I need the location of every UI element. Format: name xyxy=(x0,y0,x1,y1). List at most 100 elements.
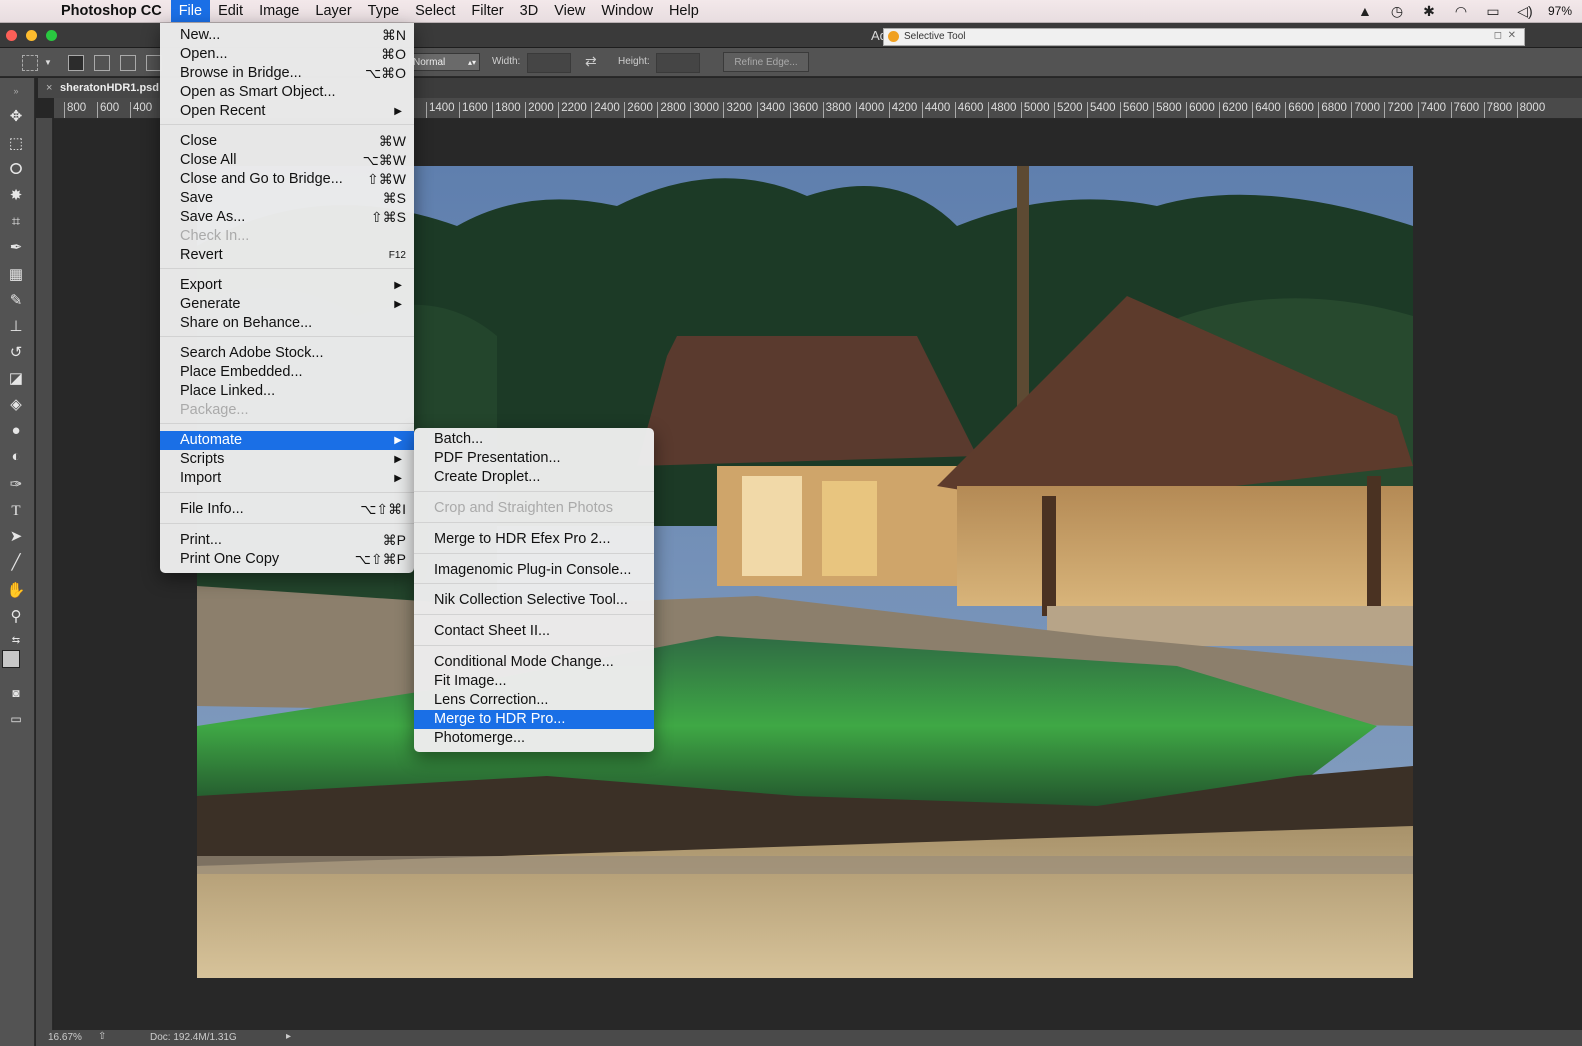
line-tool-icon[interactable]: ╱ xyxy=(4,552,28,574)
share-icon[interactable]: ⇧ xyxy=(98,1031,106,1042)
menu-file[interactable]: File xyxy=(170,0,211,22)
paint-bucket-tool-icon[interactable]: ◈ xyxy=(4,394,28,416)
file-menu-item-close-all[interactable]: Close All ⌥⌘W xyxy=(160,151,414,170)
marquee-tool-icon[interactable]: ⬚ xyxy=(4,133,28,155)
move-tool-icon[interactable]: ✥ xyxy=(4,106,28,128)
file-menu-item-share-on-behance[interactable]: Share on Behance... xyxy=(160,314,414,333)
foreground-color-swatch[interactable] xyxy=(2,650,20,668)
battery-percent[interactable]: 97% xyxy=(1548,4,1572,18)
menu-view[interactable]: View xyxy=(546,0,593,22)
clone-stamp-tool-icon[interactable]: ⊥ xyxy=(4,316,28,338)
file-menu-item-save[interactable]: Save ⌘S xyxy=(160,189,414,208)
dodge-tool-icon[interactable]: ◐ xyxy=(4,446,28,468)
wifi-icon[interactable]: ◠ xyxy=(1452,3,1470,20)
automate-item-merge-to-hdr-pro[interactable]: Merge to HDR Pro... xyxy=(414,710,654,729)
selective-tool-window[interactable]: Selective Tool ◻ ✕ xyxy=(883,28,1525,46)
status-menu-arrow-icon[interactable]: ▸ xyxy=(286,1031,291,1042)
automate-item-lens-correction[interactable]: Lens Correction... xyxy=(414,691,654,710)
time-machine-icon[interactable]: ◷ xyxy=(1388,3,1406,20)
automate-item-contact-sheet-ii[interactable]: Contact Sheet II... xyxy=(414,622,654,641)
screen-mode-icon[interactable]: ▭ xyxy=(4,708,28,730)
restore-icon[interactable]: ◻ xyxy=(1494,30,1502,41)
file-menu-item-new[interactable]: New... ⌘N xyxy=(160,26,414,45)
close-tab-icon[interactable]: × xyxy=(46,78,52,98)
file-menu-item-automate[interactable]: Automate ▶ xyxy=(160,431,414,450)
file-menu-item-close[interactable]: Close ⌘W xyxy=(160,132,414,151)
zoom-window-icon[interactable] xyxy=(46,30,57,41)
crop-tool-icon[interactable]: ⌗ xyxy=(4,211,28,233)
bluetooth-icon[interactable]: ✱ xyxy=(1420,3,1438,20)
menu-help[interactable]: Help xyxy=(661,0,707,22)
file-menu-item-save-as[interactable]: Save As... ⇧⌘S xyxy=(160,208,414,227)
width-input[interactable] xyxy=(527,53,571,73)
swap-colors-icon[interactable]: ⇆ xyxy=(4,630,28,652)
preset-dropdown-icon[interactable]: ▼ xyxy=(44,58,52,67)
automate-item-create-droplet[interactable]: Create Droplet... xyxy=(414,468,654,487)
new-selection-icon[interactable] xyxy=(68,55,84,71)
zoom-tool-icon[interactable]: ⚲ xyxy=(4,606,28,628)
eraser-tool-icon[interactable]: ◪ xyxy=(4,368,28,390)
menu-3d[interactable]: 3D xyxy=(512,0,547,22)
file-menu-item-print-one-copy[interactable]: Print One Copy ⌥⇧⌘P xyxy=(160,550,414,569)
automate-item-pdf-presentation[interactable]: PDF Presentation... xyxy=(414,449,654,468)
automate-item-photomerge[interactable]: Photomerge... xyxy=(414,729,654,748)
creative-cloud-icon[interactable]: ▲ xyxy=(1356,3,1374,19)
marquee-tool-preset-icon[interactable] xyxy=(22,55,38,71)
file-menu-item-generate[interactable]: Generate ▶ xyxy=(160,295,414,314)
menu-type[interactable]: Type xyxy=(360,0,407,22)
quick-mask-icon[interactable]: ◙ xyxy=(4,682,28,704)
brush-tool-icon[interactable]: ✎ xyxy=(4,290,28,312)
zoom-level[interactable]: 16.67% xyxy=(48,1032,82,1043)
lasso-tool-icon[interactable]: ⵔ xyxy=(4,159,28,181)
volume-icon[interactable]: ◁) xyxy=(1516,3,1534,20)
close-window-icon[interactable] xyxy=(6,30,17,41)
file-menu-item-open-recent[interactable]: Open Recent ▶ xyxy=(160,102,414,121)
automate-item-fit-image[interactable]: Fit Image... xyxy=(414,672,654,691)
type-tool-icon[interactable]: T xyxy=(4,500,28,522)
automate-item-nik-collection-selective-tool[interactable]: Nik Collection Selective Tool... xyxy=(414,591,654,610)
file-menu-item-browse-in-bridge[interactable]: Browse in Bridge... ⌥⌘O xyxy=(160,64,414,83)
file-menu-item-search-adobe-stock[interactable]: Search Adobe Stock... xyxy=(160,344,414,363)
blur-tool-icon[interactable]: ● xyxy=(4,420,28,442)
menu-filter[interactable]: Filter xyxy=(463,0,511,22)
automate-item-imagenomic-plug-in-console[interactable]: Imagenomic Plug-in Console... xyxy=(414,561,654,580)
refine-edge-button[interactable]: Refine Edge... xyxy=(723,52,809,72)
automate-item-merge-to-hdr-efex-pro-2[interactable]: Merge to HDR Efex Pro 2... xyxy=(414,530,654,549)
toolbox-collapse-icon[interactable]: » xyxy=(4,80,28,102)
magic-wand-tool-icon[interactable]: ✸ xyxy=(4,185,28,207)
subtract-selection-icon[interactable] xyxy=(120,55,136,71)
app-name-menu[interactable]: Photoshop CC xyxy=(52,3,171,19)
close-icon[interactable]: ✕ xyxy=(1508,30,1516,41)
file-menu-item-export[interactable]: Export ▶ xyxy=(160,276,414,295)
history-brush-tool-icon[interactable]: ↺ xyxy=(4,342,28,364)
swap-icon[interactable]: ⇄ xyxy=(585,53,597,70)
height-input[interactable] xyxy=(656,53,700,73)
menu-image[interactable]: Image xyxy=(251,0,307,22)
pen-tool-icon[interactable]: ✑ xyxy=(4,474,28,496)
file-menu-item-revert[interactable]: Revert F12 xyxy=(160,246,414,265)
file-menu-item-import[interactable]: Import ▶ xyxy=(160,469,414,488)
healing-brush-tool-icon[interactable]: ▦ xyxy=(4,264,28,286)
file-menu-item-print[interactable]: Print... ⌘P xyxy=(160,531,414,550)
minimize-window-icon[interactable] xyxy=(26,30,37,41)
file-menu-item-open-as-smart-object[interactable]: Open as Smart Object... xyxy=(160,83,414,102)
document-tab[interactable]: × sheratonHDR1.psd xyxy=(38,78,162,98)
menu-select[interactable]: Select xyxy=(407,0,463,22)
eyedropper-tool-icon[interactable]: ✒ xyxy=(4,237,28,259)
add-selection-icon[interactable] xyxy=(94,55,110,71)
file-menu-item-place-embedded[interactable]: Place Embedded... xyxy=(160,363,414,382)
automate-item-conditional-mode-change[interactable]: Conditional Mode Change... xyxy=(414,653,654,672)
menu-layer[interactable]: Layer xyxy=(307,0,359,22)
file-menu-item-close-and-go-to-bridge[interactable]: Close and Go to Bridge... ⇧⌘W xyxy=(160,170,414,189)
file-menu-item-file-info[interactable]: File Info... ⌥⇧⌘I xyxy=(160,500,414,519)
file-menu-item-scripts[interactable]: Scripts ▶ xyxy=(160,450,414,469)
hand-tool-icon[interactable]: ✋ xyxy=(4,580,28,602)
automate-item-batch[interactable]: Batch... xyxy=(414,430,654,449)
airplay-icon[interactable]: ▭ xyxy=(1484,3,1502,20)
path-selection-tool-icon[interactable]: ➤ xyxy=(4,526,28,548)
style-select[interactable]: Normal ▴▾ xyxy=(408,53,480,71)
file-menu-item-place-linked[interactable]: Place Linked... xyxy=(160,382,414,401)
menu-edit[interactable]: Edit xyxy=(210,0,251,22)
file-menu-item-open[interactable]: Open... ⌘O xyxy=(160,45,414,64)
menu-window[interactable]: Window xyxy=(593,0,661,22)
